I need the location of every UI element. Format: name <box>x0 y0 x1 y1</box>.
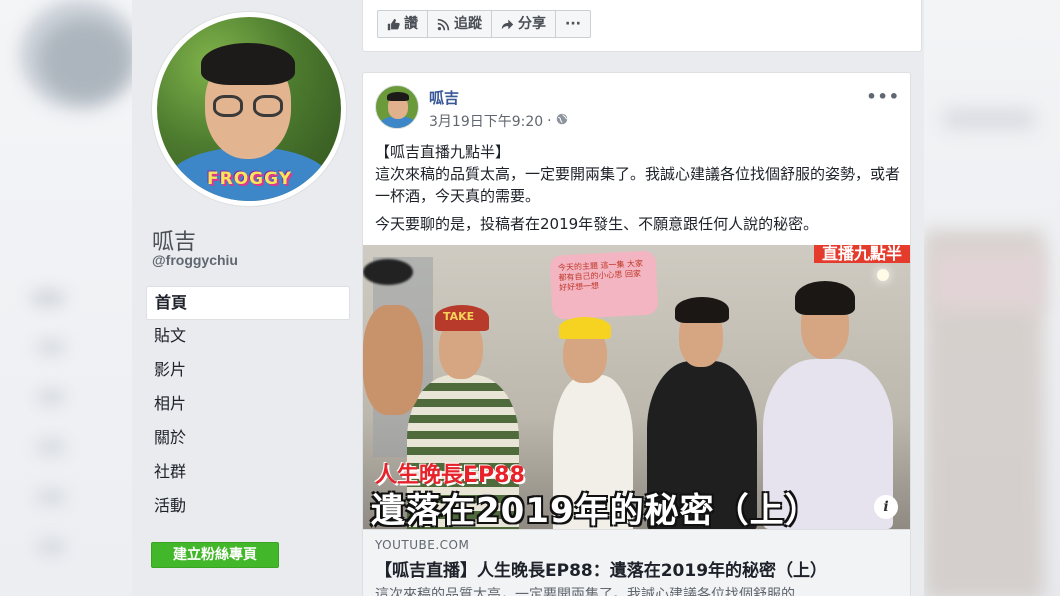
post-options-button[interactable]: ••• <box>866 87 900 106</box>
nav-item-events[interactable]: 活動 <box>146 490 350 524</box>
nav-item-photos[interactable]: 相片 <box>146 388 350 422</box>
blurred-background-right <box>924 0 1060 596</box>
post-body: 【呱吉直播九點半】 這次來稿的品質太高，一定要開兩集了。我誠心建議各位找個舒服的… <box>375 141 900 235</box>
share-label: 分享 <box>518 16 546 32</box>
nav-item-videos[interactable]: 影片 <box>146 354 350 388</box>
post-author-name[interactable]: 呱吉 <box>429 87 459 108</box>
microphone <box>363 259 413 285</box>
blurred-background-left <box>0 0 132 596</box>
video-thumbnail[interactable]: 今天的主題 這一集 大家都有自己的小心思 回家好好想一想 直播九點半 TAKE <box>363 245 910 529</box>
post-text-paragraph-1: 這次來稿的品質太高，一定要開兩集了。我誠心建議各位找個舒服的姿勢，或者一杯酒，今… <box>375 165 901 205</box>
avatar-badge-text: FROGGY <box>207 169 292 189</box>
more-options-button[interactable]: ··· <box>556 10 591 38</box>
post-author-avatar[interactable] <box>375 85 419 129</box>
follow-label: 追蹤 <box>454 16 482 32</box>
rss-icon <box>437 18 450 31</box>
share-arrow-icon <box>501 18 514 31</box>
create-page-button[interactable]: 建立粉絲專頁 <box>151 542 279 568</box>
post-text-headline: 【呱吉直播九點半】 <box>375 143 511 161</box>
nav-item-about[interactable]: 關於 <box>146 422 350 456</box>
link-title: 【呱吉直播】人生晚長EP88：遺落在2019年的秘密（上） <box>375 561 828 581</box>
more-dots-icon: ··· <box>565 16 581 32</box>
nav-item-community[interactable]: 社群 <box>146 456 350 490</box>
link-domain: YOUTUBE.COM <box>375 538 470 552</box>
sticky-note-text: 今天的主題 這一集 大家都有自己的小心思 回家好好想一想 <box>557 258 644 293</box>
video-main-title: 遺落在2019年的秘密（上） <box>371 491 820 529</box>
post-card: 呱吉 3月19日下午9:20 · ••• 【呱吉直播九點半】 這次來稿的品質太高… <box>362 72 911 596</box>
share-button[interactable]: 分享 <box>492 10 556 38</box>
link-description: 這次來稿的品質太高，一定要開兩集了。我誠心建議各位找個舒服的 <box>375 587 795 596</box>
post-text-paragraph-2: 今天要聊的是，投稿者在2019年發生、不願意跟任何人說的秘密。 <box>375 215 819 233</box>
page-handle[interactable]: @froggychiu <box>152 252 238 268</box>
globe-icon <box>556 113 568 129</box>
page-nav: 首頁 貼文 影片 相片 關於 社群 活動 <box>146 286 350 524</box>
link-preview[interactable]: YOUTUBE.COM 【呱吉直播】人生晚長EP88：遺落在2019年的秘密（上… <box>363 529 910 596</box>
page-action-card: 讚 追蹤 分享 ··· <box>362 0 922 52</box>
post-meta: 3月19日下午9:20 · <box>429 111 568 131</box>
like-button[interactable]: 讚 <box>377 10 428 38</box>
like-label: 讚 <box>404 16 418 32</box>
live-corner-tag: 直播九點半 <box>813 245 910 263</box>
info-icon[interactable]: i <box>874 495 898 519</box>
facebook-page: FROGGY 呱吉 @froggychiu 首頁 貼文 影片 相片 關於 社群 … <box>132 0 924 596</box>
nav-item-posts[interactable]: 貼文 <box>146 320 350 354</box>
profile-avatar[interactable]: FROGGY <box>152 12 346 206</box>
page-action-bar: 讚 追蹤 分享 ··· <box>377 10 591 38</box>
nav-item-home[interactable]: 首頁 <box>146 286 350 320</box>
take-cap-text: TAKE <box>443 310 475 323</box>
post-timestamp[interactable]: 3月19日下午9:20 <box>429 111 543 131</box>
follow-button[interactable]: 追蹤 <box>428 10 492 38</box>
thumbs-up-icon <box>387 18 400 31</box>
foreground-hand <box>363 305 423 415</box>
